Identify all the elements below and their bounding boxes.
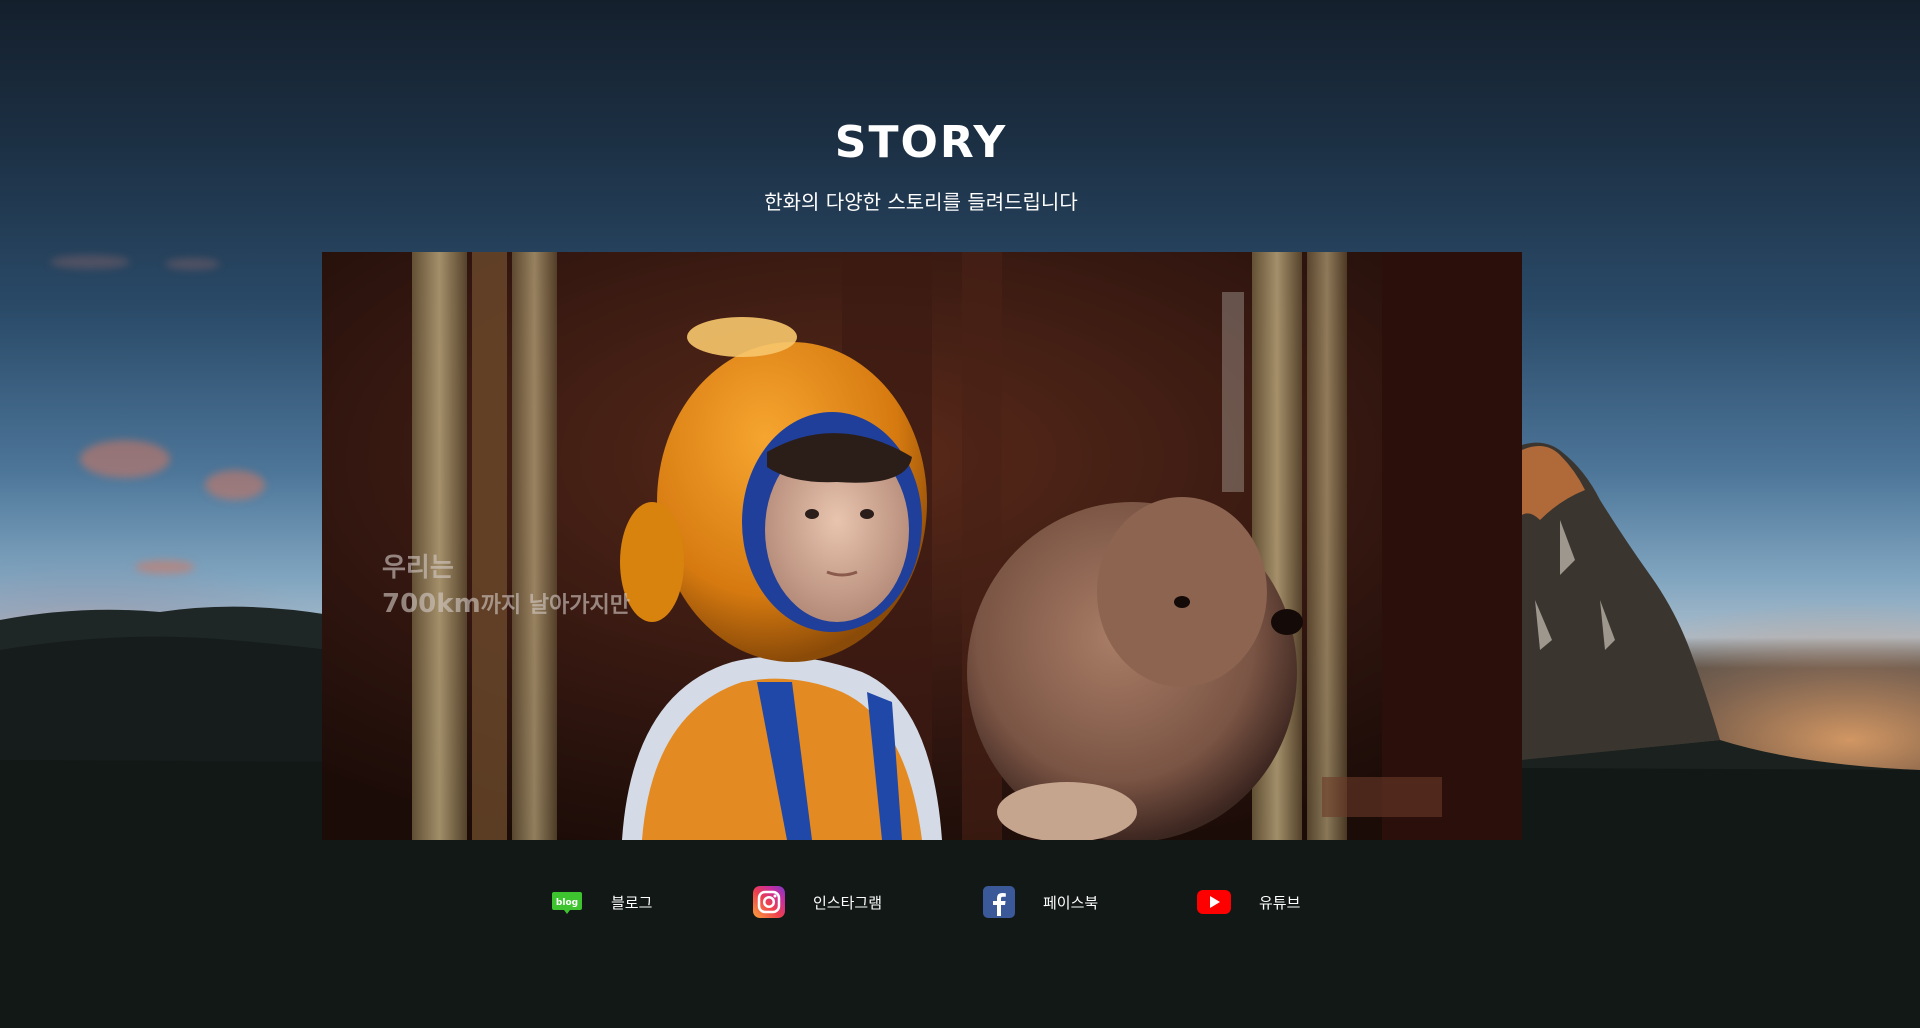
section-subtitle: 한화의 다양한 스토리를 들려드립니다 bbox=[764, 190, 1078, 214]
social-label-facebook: 페이스북 bbox=[1043, 893, 1099, 912]
svg-text:blog: blog bbox=[556, 898, 578, 908]
social-link-youtube[interactable]: 유튜브 bbox=[1197, 885, 1300, 919]
caption-number: 700km bbox=[382, 589, 481, 619]
social-link-facebook[interactable]: 페이스북 bbox=[983, 885, 1098, 919]
social-label-youtube: 유튜브 bbox=[1259, 893, 1301, 912]
video-caption: 우리는 700km까지 날아가지만 bbox=[382, 550, 630, 624]
youtube-icon bbox=[1197, 886, 1231, 918]
caption-line-2: 700km까지 날아가지만 bbox=[382, 586, 630, 624]
social-label-blog: 블로그 bbox=[611, 893, 653, 912]
video-frame-illustration bbox=[322, 252, 1522, 840]
blog-icon: blog bbox=[551, 886, 583, 918]
story-video[interactable]: 우리는 700km까지 날아가지만 bbox=[322, 252, 1522, 840]
section-title: STORY bbox=[834, 117, 1008, 168]
section-header: STORY 한화의 다양한 스토리를 들려드립니다 bbox=[0, 115, 1842, 215]
social-link-instagram[interactable]: 인스타그램 bbox=[753, 885, 882, 919]
social-label-instagram: 인스타그램 bbox=[813, 893, 883, 912]
story-page: STORY 한화의 다양한 스토리를 들려드립니다 우리는 700km까지 날아… bbox=[0, 0, 1920, 1028]
facebook-icon bbox=[983, 886, 1015, 918]
instagram-icon bbox=[753, 886, 785, 918]
caption-line-1: 우리는 bbox=[382, 553, 454, 583]
caption-rest: 까지 날아가지만 bbox=[480, 593, 630, 618]
social-link-blog[interactable]: blog 블로그 bbox=[551, 885, 652, 919]
